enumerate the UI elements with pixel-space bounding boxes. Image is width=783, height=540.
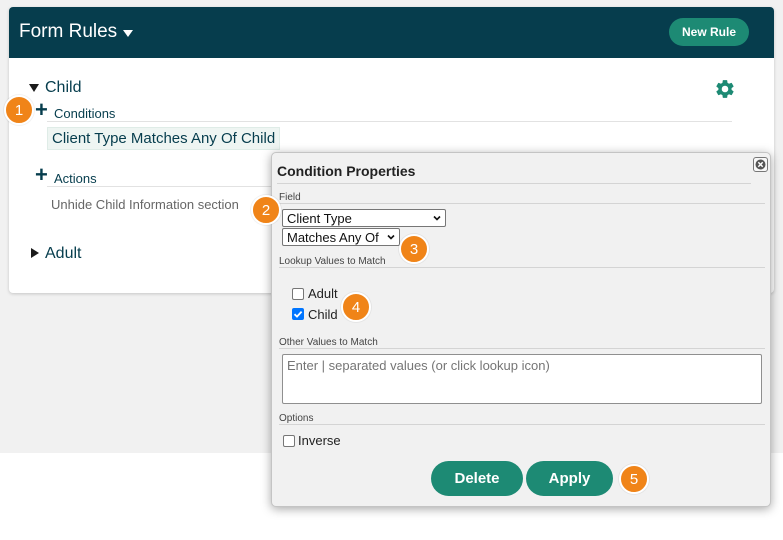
- new-rule-button[interactable]: New Rule: [669, 18, 749, 46]
- callout-badge-2: 2: [251, 195, 281, 225]
- add-condition-plus-icon[interactable]: +: [35, 99, 48, 121]
- lookup-section-label: Lookup Values to Match: [279, 256, 386, 267]
- lookup-child-checkbox[interactable]: [292, 308, 304, 320]
- title-divider: [277, 183, 751, 184]
- conditions-label[interactable]: Conditions: [54, 106, 115, 121]
- add-action-plus-icon[interactable]: +: [35, 164, 48, 186]
- lookup-child-label[interactable]: Child: [308, 307, 338, 322]
- operator-select-value: Matches Any Of: [287, 229, 379, 245]
- action-item[interactable]: Unhide Child Information section: [51, 197, 239, 212]
- condition-item[interactable]: Client Type Matches Any Of Child: [47, 127, 281, 150]
- field-select[interactable]: Client Type: [282, 209, 446, 227]
- collapse-child-icon[interactable]: [29, 84, 39, 92]
- callout-badge-5: 5: [619, 464, 649, 494]
- rule-child-label[interactable]: Child: [45, 79, 81, 97]
- callout-badge-4: 4: [341, 292, 371, 322]
- options-divider: [279, 424, 765, 425]
- chevron-down-icon: [433, 215, 441, 221]
- options-section-label: Options: [279, 413, 314, 424]
- lookup-adult-checkbox[interactable]: [292, 288, 304, 300]
- form-rules-title-dropdown[interactable]: Form Rules: [19, 21, 134, 43]
- field-select-value: Client Type: [287, 210, 352, 226]
- field-divider: [279, 203, 765, 204]
- callout-badge-1: 1: [4, 95, 34, 125]
- other-values-section-label: Other Values to Match: [279, 337, 378, 348]
- dialog-title: Condition Properties: [277, 163, 416, 179]
- close-icon[interactable]: [753, 157, 768, 172]
- operator-select[interactable]: Matches Any Of: [282, 228, 400, 246]
- close-x-glyph: [755, 159, 766, 170]
- delete-button[interactable]: Delete: [431, 461, 523, 496]
- page-title: Form Rules: [19, 21, 118, 42]
- expand-adult-icon[interactable]: [31, 248, 39, 258]
- condition-properties-dialog: Condition Properties Field Client Type M…: [271, 152, 771, 507]
- lookup-divider: [279, 267, 765, 268]
- gear-icon[interactable]: [714, 78, 736, 100]
- callout-badge-3: 3: [399, 234, 429, 264]
- actions-divider: [47, 186, 277, 187]
- checkmark-icon: [293, 310, 303, 318]
- chevron-down-icon: [387, 234, 395, 240]
- other-values-divider: [279, 348, 765, 349]
- conditions-divider: [47, 121, 732, 122]
- inverse-checkbox[interactable]: [283, 435, 295, 447]
- apply-button[interactable]: Apply: [526, 461, 613, 496]
- caret-down-icon: [123, 29, 134, 37]
- actions-label[interactable]: Actions: [54, 171, 97, 186]
- panel-header: Form Rules New Rule: [9, 7, 774, 58]
- rule-adult-label[interactable]: Adult: [45, 245, 81, 263]
- other-values-textarea[interactable]: Enter | separated values (or click looku…: [282, 354, 762, 404]
- inverse-label[interactable]: Inverse: [298, 433, 341, 448]
- field-section-label: Field: [279, 192, 301, 203]
- lookup-adult-label[interactable]: Adult: [308, 286, 338, 301]
